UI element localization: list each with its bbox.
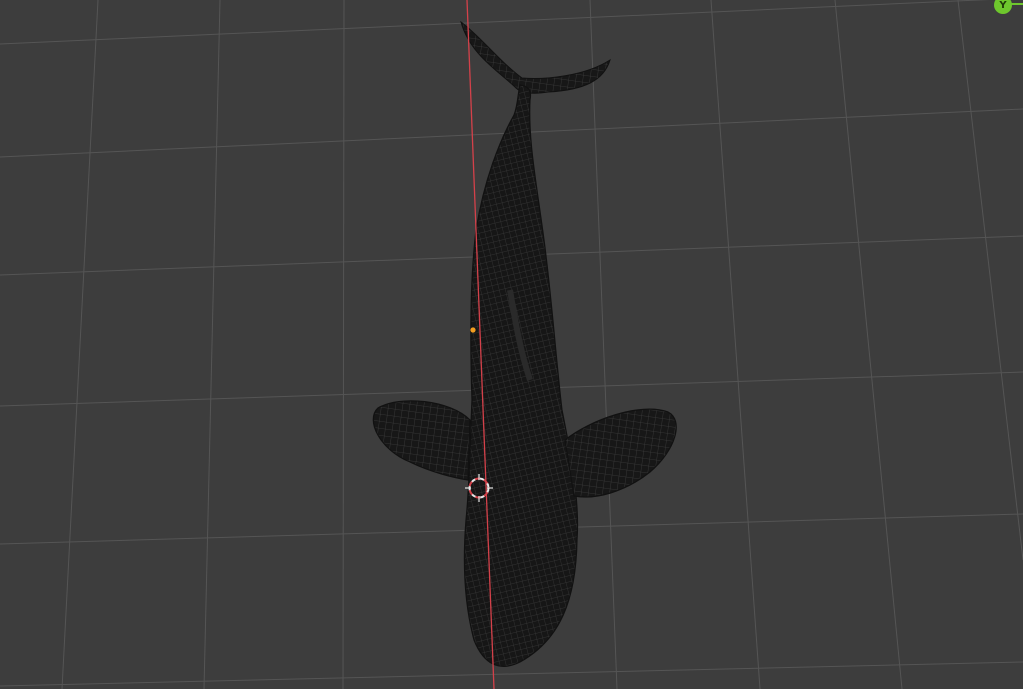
axis-y-label: Y xyxy=(999,0,1007,11)
object-origin-point[interactable] xyxy=(470,327,476,333)
whale-right-fin[interactable] xyxy=(564,408,677,498)
viewport-canvas[interactable] xyxy=(0,0,1023,689)
3d-viewport[interactable]: Y xyxy=(0,0,1023,689)
whale-tail-fluke[interactable] xyxy=(460,20,611,94)
whale-mesh-icon[interactable] xyxy=(372,20,677,667)
whale-left-fin[interactable] xyxy=(372,400,471,481)
